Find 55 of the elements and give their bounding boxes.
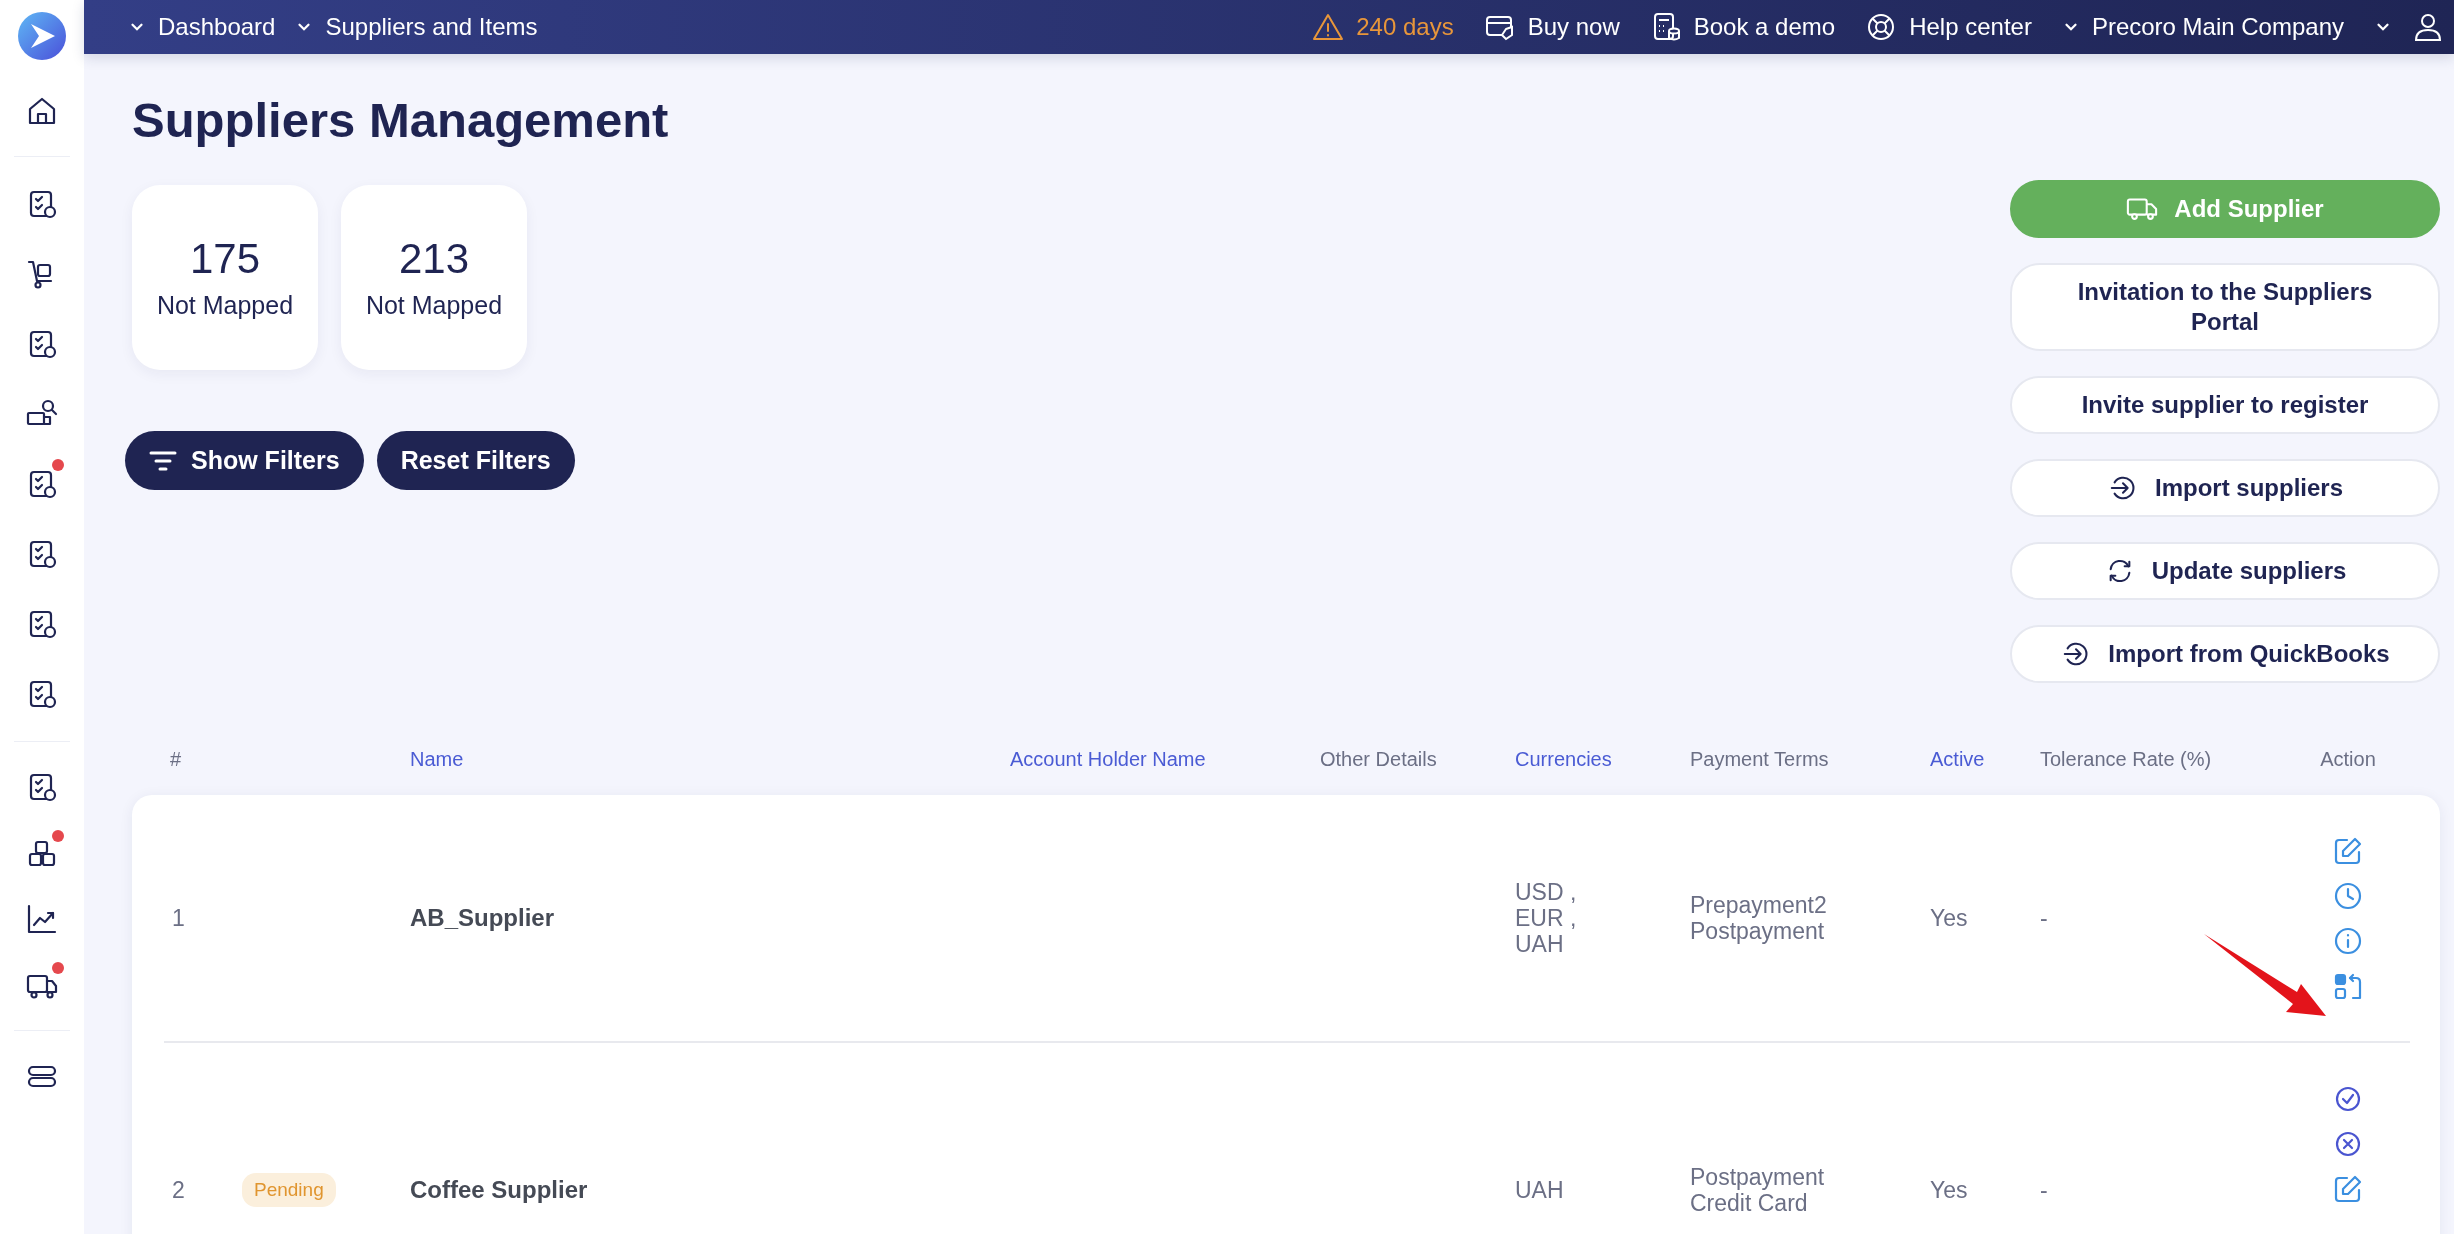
check-circle-icon[interactable] bbox=[2333, 1084, 2363, 1114]
table-cell-text: Prepayment2 Postpayment bbox=[1689, 892, 1828, 944]
action-button[interactable]: Import suppliers bbox=[2010, 459, 2440, 517]
sortable-column-header[interactable]: Account Holder Name bbox=[998, 747, 1308, 771]
sortable-column-header[interactable]: Name bbox=[398, 747, 998, 771]
column-header: Tolerance Rate (%) bbox=[2039, 747, 2213, 771]
table-cell-text: Postpayment Credit Card bbox=[1689, 1164, 1826, 1216]
stat-label: Not Mapped bbox=[365, 291, 503, 320]
stat-value: 175 bbox=[189, 235, 261, 283]
action-button[interactable]: Import from QuickBooks bbox=[2010, 625, 2440, 683]
reset-filters-button[interactable]: Reset Filters bbox=[376, 431, 575, 490]
column-header: Other Details bbox=[1319, 747, 1438, 771]
action-button[interactable]: Invitation to the Suppliers Portal bbox=[2010, 263, 2440, 351]
top-link[interactable]: Buy now bbox=[1483, 11, 1620, 43]
supplier-name[interactable]: Coffee Supplier bbox=[398, 1177, 998, 1203]
table-cell-text: USD , EUR , UAH bbox=[1514, 879, 1578, 957]
info-icon[interactable] bbox=[2333, 926, 2363, 956]
nav-label: Dashboard bbox=[158, 13, 276, 41]
logo-icon[interactable] bbox=[17, 11, 67, 61]
top-link-label: Buy now bbox=[1527, 13, 1620, 41]
sortable-column-header[interactable]: Active bbox=[1918, 747, 2028, 771]
trial-days: 240 days bbox=[1356, 13, 1454, 41]
top-link-label: Book a demo bbox=[1693, 13, 1836, 41]
top-link[interactable]: Help center bbox=[1865, 11, 2032, 43]
edit-icon[interactable] bbox=[2333, 1174, 2363, 1204]
show-filters-button[interactable]: Show Filters bbox=[125, 431, 364, 490]
column-header: Payment Terms bbox=[1689, 747, 1830, 771]
table-cell-text: UAH bbox=[1514, 1177, 1565, 1203]
top-link[interactable]: Book a demo bbox=[1649, 11, 1836, 43]
stat-label: Not Mapped bbox=[156, 291, 294, 320]
action-button[interactable]: Update suppliers bbox=[2010, 542, 2440, 600]
top-link-label: Help center bbox=[1909, 13, 2032, 41]
nav-menu[interactable]: Dashboard bbox=[128, 13, 276, 41]
user-icon bbox=[2412, 11, 2444, 43]
warning-icon bbox=[1312, 11, 1345, 43]
sortable-column-header[interactable]: Currencies bbox=[1503, 747, 1678, 771]
status-badge: Pending bbox=[242, 1173, 336, 1207]
table-cell-text: Yes bbox=[1929, 1177, 1969, 1203]
row-number: 2 bbox=[171, 1177, 186, 1203]
supplier-name[interactable]: AB_Supplier bbox=[398, 905, 998, 931]
edit-icon[interactable] bbox=[2333, 836, 2363, 866]
close-circle-icon[interactable] bbox=[2333, 1129, 2363, 1159]
table-cell-text: - bbox=[2039, 905, 2049, 931]
column-header: # bbox=[169, 747, 183, 771]
page-title: Suppliers Management bbox=[132, 92, 669, 149]
table-cell-text: Yes bbox=[1929, 905, 1969, 931]
row-number: 1 bbox=[171, 905, 186, 931]
column-header: Action bbox=[2319, 747, 2377, 771]
mapping-icon[interactable] bbox=[2333, 971, 2363, 1001]
clock-icon[interactable] bbox=[2333, 881, 2363, 911]
line-chart-icon[interactable] bbox=[25, 902, 59, 936]
table-cell-text: - bbox=[2039, 1177, 2049, 1203]
user-menu[interactable] bbox=[2374, 11, 2444, 43]
stat-value: 213 bbox=[398, 235, 470, 283]
action-button[interactable]: Invite supplier to register bbox=[2010, 376, 2440, 434]
